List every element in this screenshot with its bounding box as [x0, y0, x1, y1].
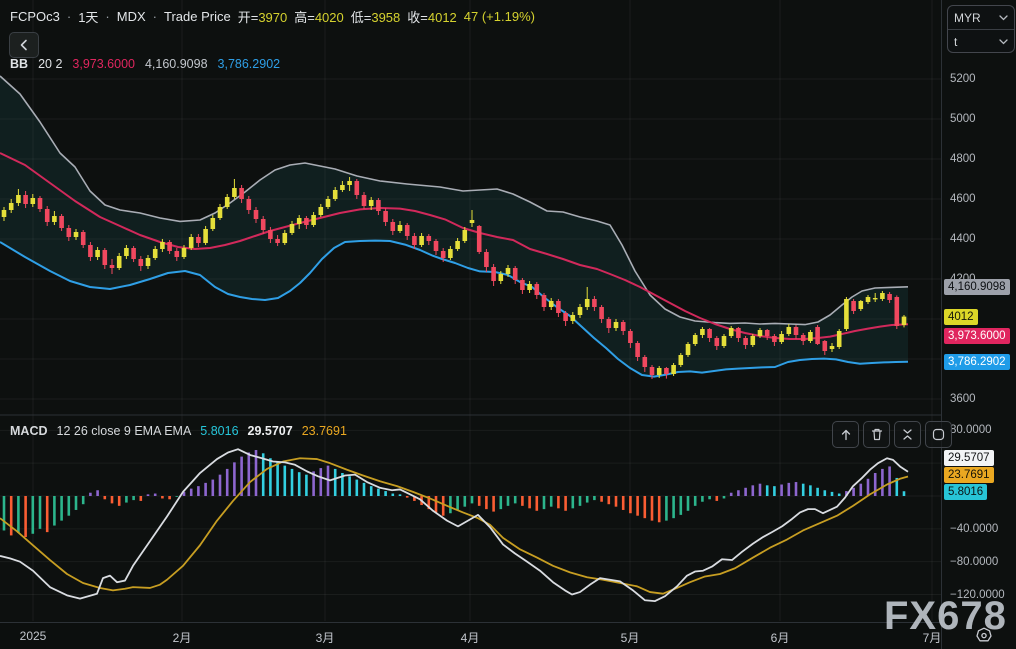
axis-tick-label: 5200: [950, 73, 976, 85]
ohlc-high: 高=4020: [294, 10, 344, 25]
move-pane-up-button[interactable]: [832, 421, 859, 448]
macd-name: MACD: [10, 424, 48, 438]
time-axis-label: 3月: [315, 631, 335, 645]
ohlc-low: 低=3958: [350, 10, 401, 25]
axis-tick-label: 4600: [950, 193, 976, 205]
series-type-label: Trade Price: [164, 9, 231, 24]
chevron-down-icon: [999, 38, 1008, 44]
macd-badge: 23.7691: [944, 467, 994, 483]
time-axis-label: 6月: [770, 631, 790, 645]
macd-badge: 29.5707: [944, 450, 994, 466]
bb-name: BB: [10, 57, 29, 71]
bb-lower-value: 3,786.2902: [217, 57, 281, 71]
macd-line: [0, 448, 909, 602]
time-axis-label: 4月: [460, 631, 480, 645]
macd-params: 12 26 close 9 EMA EMA: [56, 424, 192, 438]
price-axis[interactable]: MYR t 520050004800460044004200360080.000…: [941, 0, 1016, 649]
macd-signal-line: [0, 457, 909, 595]
time-axis-label: 7月: [922, 631, 942, 645]
bb-indicator-legend[interactable]: BB 20 2 3,973.6000 4,160.9098 3,786.2902: [10, 57, 280, 71]
gear-icon: [976, 627, 992, 642]
maximize-pane-button[interactable]: [925, 421, 952, 448]
separator-dot: ·: [105, 9, 110, 24]
macd-badge: 5.8016: [944, 484, 988, 500]
axis-tick-label: −40.0000: [950, 523, 999, 535]
exchange-label: MDX: [116, 9, 146, 24]
axis-tick-label: 80.0000: [950, 424, 992, 436]
axis-tick-label: 4400: [950, 233, 976, 245]
bb-upper-value: 4,160.9098: [144, 57, 208, 71]
axis-tick-label: −120.0000: [950, 589, 1005, 601]
trash-icon: [871, 428, 882, 441]
collapse-pane-button[interactable]: [894, 421, 921, 448]
time-axis-label: 2月: [172, 631, 192, 645]
chart-canvas[interactable]: [0, 0, 941, 622]
symbol-header: FCPOc3 · 1天 · MDX · Trade Price 开=3970 高…: [10, 7, 535, 26]
collapse-icon: [903, 429, 912, 440]
unit-value: t: [954, 34, 958, 49]
macd-line-value: 29.5707: [247, 424, 293, 438]
price-badge: 4012: [944, 309, 978, 325]
axis-tick-label: 3600: [950, 393, 976, 405]
separator-dot: ·: [66, 9, 72, 24]
trading-chart-window: FCPOc3 · 1天 · MDX · Trade Price 开=3970 高…: [0, 0, 1016, 649]
separator-dot: ·: [152, 9, 157, 24]
currency-dropdown[interactable]: MYR: [948, 6, 1014, 29]
interval-label[interactable]: 1天: [78, 7, 98, 26]
axis-tick-label: 4800: [950, 153, 976, 165]
pane-toolbar: [832, 421, 952, 448]
ohlc-close: 收=4012: [407, 10, 457, 25]
arrow-up-icon: [841, 429, 850, 440]
price-badge: 3,973.6000: [944, 328, 1010, 344]
macd-signal-value: 23.7691: [301, 424, 347, 438]
price-badge: 3,786.2902: [944, 354, 1010, 370]
bb-band-fill: [0, 76, 908, 377]
macd-hist-value: 5.8016: [200, 424, 239, 438]
unit-dropdown[interactable]: t: [948, 29, 1014, 53]
time-axis-label: 2025: [19, 629, 47, 643]
currency-unit-selector: MYR t: [947, 5, 1015, 53]
chart-settings-button[interactable]: [973, 625, 995, 649]
bb-params: 20 2: [38, 57, 63, 71]
macd-indicator-legend[interactable]: MACD 12 26 close 9 EMA EMA 5.8016 29.570…: [10, 424, 347, 438]
time-axis[interactable]: 2025 2月 3月 4月 5月 6月 7月: [0, 622, 941, 649]
ohlc-open: 开=3970: [237, 10, 288, 25]
axis-tick-label: 5000: [950, 113, 976, 125]
maximize-icon: [932, 428, 945, 441]
time-axis-label: 5月: [620, 631, 640, 645]
price-badge: 4,160.9098: [944, 279, 1010, 295]
chevron-left-icon: [20, 39, 27, 51]
axis-tick-label: −80.0000: [950, 556, 999, 568]
chevron-down-icon: [999, 14, 1008, 20]
change-value: 47 (+1.19%): [463, 9, 535, 24]
back-button[interactable]: [9, 32, 39, 58]
delete-pane-button[interactable]: [863, 421, 890, 448]
currency-value: MYR: [954, 10, 981, 25]
symbol-name[interactable]: FCPOc3: [10, 9, 60, 24]
bb-mid-value: 3,973.6000: [72, 57, 135, 71]
